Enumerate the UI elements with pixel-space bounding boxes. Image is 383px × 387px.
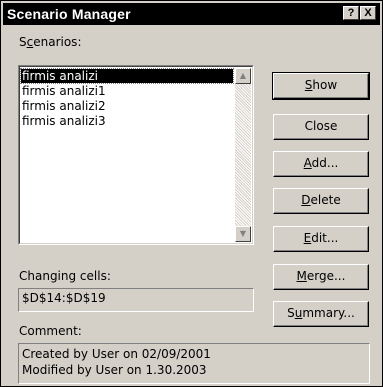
summary-button[interactable]: Summary...: [273, 301, 369, 327]
add-button[interactable]: Add...: [273, 151, 369, 177]
dialog-title: Scenario Manager: [7, 6, 131, 22]
show-button[interactable]: Show: [272, 72, 370, 100]
scroll-down-icon[interactable]: ▼: [235, 226, 251, 242]
scenarios-label: Scenarios:: [19, 35, 82, 49]
changing-cells-label: Changing cells:: [19, 269, 111, 283]
close-button[interactable]: Close: [273, 114, 369, 140]
comment-field: Created by User on 02/09/2001 Modified b…: [18, 343, 370, 384]
changing-cells-field: $D$14:$D$19: [18, 288, 254, 312]
list-item[interactable]: firmis analizi3: [21, 114, 106, 128]
changing-cells-value: $D$14:$D$19: [22, 291, 106, 305]
edit-button[interactable]: Edit...: [273, 226, 369, 252]
delete-button[interactable]: Delete: [273, 188, 369, 214]
list-item[interactable]: firmis analizi1: [21, 84, 106, 98]
help-button[interactable]: ?: [343, 6, 359, 20]
scroll-up-icon[interactable]: ▲: [235, 68, 251, 84]
list-item[interactable]: firmis analizi: [20, 68, 234, 84]
scenarios-listbox[interactable]: firmis analizi firmis analizi1 firmis an…: [18, 65, 254, 245]
comment-label: Comment:: [19, 324, 82, 338]
merge-button[interactable]: Merge...: [273, 264, 369, 290]
list-item[interactable]: firmis analizi2: [21, 99, 106, 113]
scenario-manager-dialog: Scenario Manager ? X Scenarios: firmis a…: [0, 0, 383, 387]
title-bar[interactable]: Scenario Manager ? X: [3, 3, 380, 25]
close-window-button[interactable]: X: [360, 6, 376, 20]
list-scrollbar[interactable]: ▲ ▼: [235, 68, 251, 242]
comment-line: Modified by User on 1.30.2003: [22, 363, 207, 377]
comment-line: Created by User on 02/09/2001: [22, 347, 211, 361]
